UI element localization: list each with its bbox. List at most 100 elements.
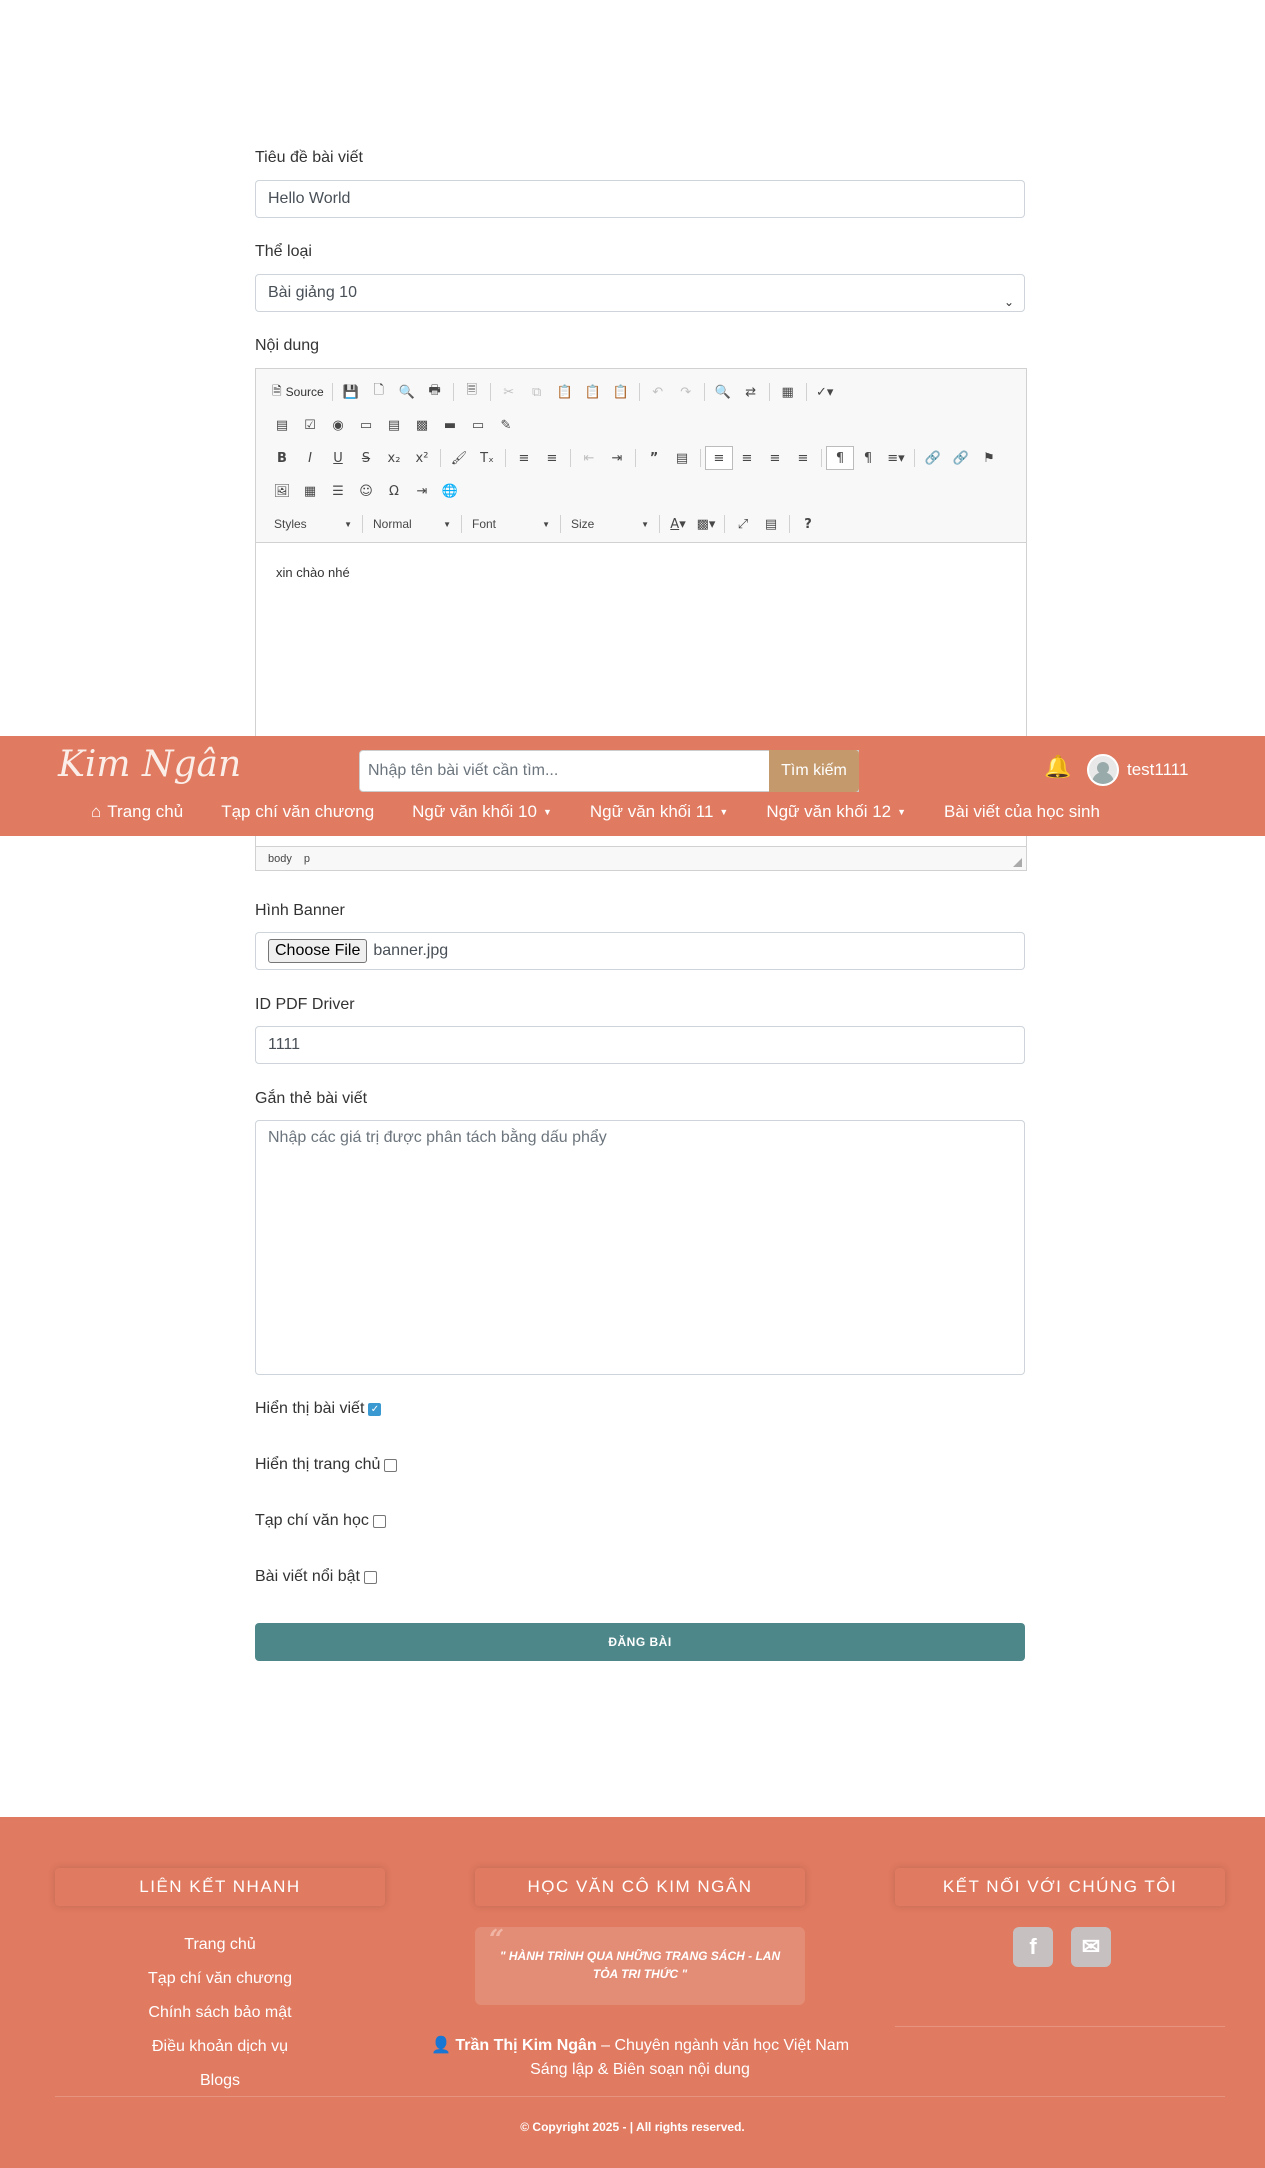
preview-icon[interactable]: 🔍 [393,380,421,404]
page-break-icon[interactable]: ⇥ [408,479,436,503]
text-color-icon[interactable]: A ▾ [664,512,692,536]
iframe-icon[interactable]: 🌐 [436,479,464,503]
maximize-icon[interactable]: ⤢ [729,512,757,536]
radio-icon[interactable]: ◉ [324,413,352,437]
replace-icon[interactable]: ⇄ [737,380,765,404]
indent-icon[interactable]: ⇥ [603,446,631,470]
ltr-icon[interactable]: ¶ [826,446,854,470]
align-center-icon[interactable]: ≡ [733,446,761,470]
search-button[interactable]: Tìm kiếm [769,750,859,792]
submit-button[interactable]: ĐĂNG BÀI [255,1623,1025,1661]
choose-file-button[interactable]: Choose File [268,939,368,963]
featured-checkbox[interactable] [363,1570,377,1584]
menu-item-home[interactable]: ⌂ Trang chủ [91,802,183,822]
copy-icon[interactable]: ⧉ [523,380,551,404]
paste-text-icon[interactable]: 📋 [579,380,607,404]
username[interactable]: test1111 [1127,760,1188,780]
path-body[interactable]: body [268,853,292,865]
form-icon[interactable]: ▤ [268,413,296,437]
align-left-icon[interactable]: ≡ [705,446,733,470]
language-icon[interactable]: ≡▾ [882,446,910,470]
facebook-icon[interactable]: f [1013,1927,1053,1967]
avatar[interactable] [1087,754,1119,786]
footer-link-terms[interactable]: Điều khoản dịch vụ [55,2030,385,2064]
smiley-icon[interactable]: ☺ [352,479,380,503]
font-dropdown[interactable]: Font ▼ [466,513,556,535]
unlink-icon[interactable]: 🔗 [947,446,975,470]
show-blocks-icon[interactable]: ▤ [757,512,785,536]
italic-icon[interactable]: I [296,446,324,470]
show-post-checkbox[interactable]: ✓ [368,1402,382,1416]
anchor-icon[interactable]: ⚑ [975,446,1003,470]
title-input[interactable]: Hello World [255,180,1025,218]
resize-handle[interactable] [1013,858,1022,867]
paste-word-icon[interactable]: 📋 [607,380,635,404]
mail-icon[interactable]: ✉ [1071,1927,1111,1967]
link-icon[interactable]: 🔗 [919,446,947,470]
redo-icon[interactable]: ↷ [672,380,700,404]
spellcheck-icon[interactable]: ✓▾ [811,380,839,404]
footer-link-home[interactable]: Trang chủ [55,1928,385,1962]
styles-dropdown[interactable]: Styles ▼ [268,513,358,535]
path-p[interactable]: p [304,853,310,865]
blockquote-icon[interactable]: ” [640,446,668,470]
menu-item-grade-10[interactable]: Ngữ văn khối 10 ▼ [412,802,552,822]
bg-color-icon[interactable]: ▩▾ [692,512,720,536]
editor-content[interactable]: xin chào nhé [276,565,350,580]
show-home-checkbox[interactable] [384,1458,398,1472]
category-select[interactable]: Bài giảng 10 ⌄ [255,274,1025,312]
magazine-checkbox[interactable] [372,1514,386,1528]
image-icon[interactable]: 🖼 [268,479,296,503]
menu-item-student-posts[interactable]: Bài viết của học sinh [944,802,1100,822]
find-icon[interactable]: 🔍 [709,380,737,404]
footer-link-privacy[interactable]: Chính sách bảo mật [55,1996,385,2030]
text-field-icon[interactable]: ▭ [352,413,380,437]
format-dropdown[interactable]: Normal ▼ [367,513,457,535]
menu-item-grade-11[interactable]: Ngữ văn khối 11 ▼ [590,802,728,822]
help-icon[interactable]: ? [794,512,822,536]
horizontal-line-icon[interactable]: ☰ [324,479,352,503]
tags-textarea[interactable]: Nhập các giá trị được phân tách bằng dấu… [255,1120,1025,1375]
subscript-icon[interactable]: x₂ [380,446,408,470]
textarea-icon[interactable]: ▤ [380,413,408,437]
cut-icon[interactable]: ✂ [495,380,523,404]
button-icon[interactable]: ▬ [436,413,464,437]
save-icon[interactable]: 💾 [337,380,365,404]
strikethrough-icon[interactable]: S [352,446,380,470]
hidden-field-icon[interactable]: ✎ [492,413,520,437]
new-page-icon[interactable]: 🗋 [365,380,393,404]
image-button-icon[interactable]: ▭ [464,413,492,437]
rtl-icon[interactable]: ¶ [854,446,882,470]
special-char-icon[interactable]: Ω [380,479,408,503]
caret-down-icon: ▼ [897,807,907,817]
underline-icon[interactable]: U [324,446,352,470]
size-dropdown[interactable]: Size ▼ [565,513,655,535]
checkbox-icon[interactable]: ☑ [296,413,324,437]
pdf-id-input[interactable]: 1111 [255,1026,1025,1064]
menu-item-grade-12[interactable]: Ngữ văn khối 12 ▼ [766,802,906,822]
banner-file-input[interactable]: Choose File banner.jpg [255,932,1025,970]
menu-item-magazine[interactable]: Tạp chí văn chương [221,802,374,822]
bold-icon[interactable]: B [268,446,296,470]
bulleted-list-icon[interactable]: ≡ [538,446,566,470]
footer-link-blogs[interactable]: Blogs [55,2064,385,2098]
select-field-icon[interactable]: ▩ [408,413,436,437]
outdent-icon[interactable]: ⇤ [575,446,603,470]
table-icon[interactable]: ▦ [296,479,324,503]
print-icon[interactable]: 🖶 [421,380,449,404]
div-icon[interactable]: ▤ [668,446,696,470]
copy-format-icon[interactable]: 🖌 [445,446,473,470]
align-right-icon[interactable]: ≡ [761,446,789,470]
site-logo[interactable]: Kim Ngân [58,744,241,785]
remove-format-icon[interactable]: Tₓ [473,446,501,470]
numbered-list-icon[interactable]: ≡ [510,446,538,470]
footer-link-magazine[interactable]: Tạp chí văn chương [55,1962,385,1996]
select-all-icon[interactable]: ▦ [774,380,802,404]
undo-icon[interactable]: ↶ [644,380,672,404]
templates-icon[interactable]: 🗏 [458,380,486,404]
paste-icon[interactable]: 📋 [551,380,579,404]
source-button[interactable]: 🗎 Source [268,382,328,403]
superscript-icon[interactable]: x² [408,446,436,470]
bell-icon[interactable]: 🔔 [1044,754,1071,780]
justify-icon[interactable]: ≡ [789,446,817,470]
